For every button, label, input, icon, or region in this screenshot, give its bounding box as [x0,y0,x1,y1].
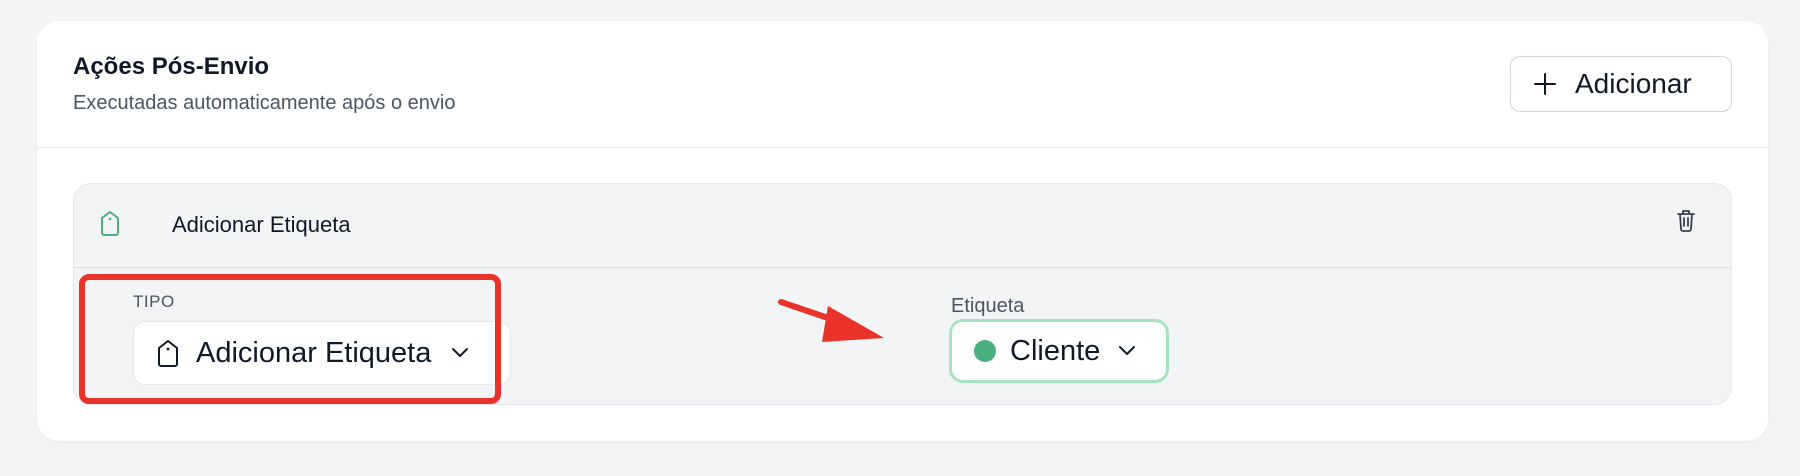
add-action-button[interactable]: Adicionar [1510,56,1732,112]
tag-icon [98,209,122,242]
section-subtitle: Executadas automaticamente após o envio [73,92,456,114]
action-title: Adicionar Etiqueta [172,212,351,237]
plus-icon [1531,70,1559,98]
card-header: Ações Pós-Envio Executadas automaticamen… [37,21,1768,148]
tipo-value: Adicionar Etiqueta [196,336,432,369]
action-item: Adicionar Etiqueta TIPO Adicionar Etique… [73,183,1732,405]
tipo-select[interactable]: Adicionar Etiqueta [133,321,511,385]
etiqueta-value: Cliente [1010,334,1101,367]
tipo-label: TIPO [133,292,175,311]
tag-icon [156,338,180,368]
etiqueta-select[interactable]: Cliente [949,319,1169,383]
add-button-label: Adicionar [1575,68,1692,99]
annotation-arrow [778,299,884,342]
chevron-down-icon [451,347,469,359]
tag-color-dot [974,340,996,362]
chevron-down-icon [1118,345,1136,357]
post-send-actions-card: Ações Pós-Envio Executadas automaticamen… [37,21,1768,441]
action-header: Adicionar Etiqueta [74,184,1731,268]
trash-icon[interactable] [1675,208,1697,237]
etiqueta-label: Etiqueta [951,295,1025,317]
section-title: Ações Pós-Envio [73,53,270,80]
